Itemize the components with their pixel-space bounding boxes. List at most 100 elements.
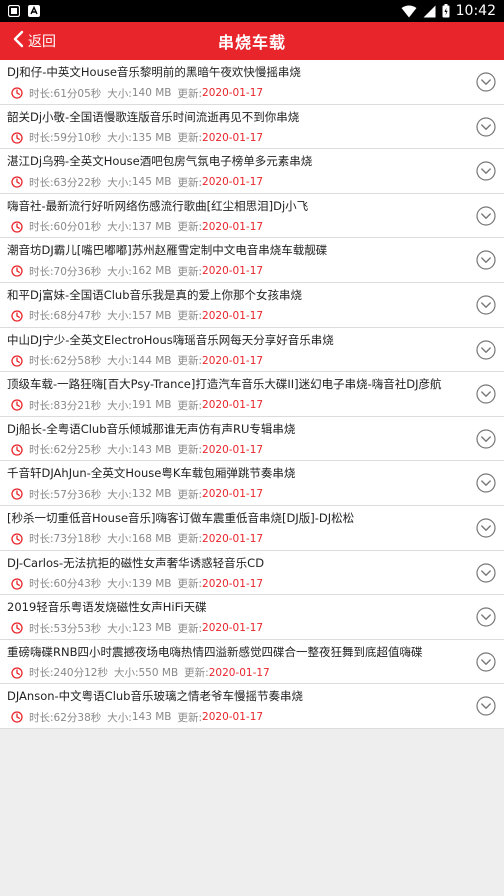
size-value: 140 MB	[131, 87, 172, 99]
list-item[interactable]: 顶级车载-一路狂嗨[百大Psy-Trance]打造汽车音乐大碟II]迷幻电子串烧…	[0, 372, 504, 417]
size-label: 大小:	[107, 310, 132, 323]
updated-label: 更新:	[177, 132, 203, 145]
clock-icon	[11, 444, 23, 456]
list-item[interactable]: 湛江Dj乌鸦-全英文House酒吧包房气氛电子榜单多元素串烧 时长: 63分22秒大…	[0, 149, 504, 194]
status-bar: 10:42	[0, 0, 504, 22]
size-value: 137 MB	[131, 220, 172, 233]
updated-date: 2020-01-17	[202, 309, 264, 322]
duration-label: 时长:	[29, 87, 54, 100]
duration-value: 59分10秒	[53, 132, 102, 145]
clock-icon	[11, 310, 23, 322]
expand-chevron-icon[interactable]	[476, 562, 496, 583]
list-item[interactable]: 和平Dj富妹-全国语Club音乐我是真的爱上你那个女孩串烧 时长: 68分47秒 大小…	[0, 283, 504, 328]
duration-label: 时长:	[29, 711, 54, 724]
clock-icon	[11, 87, 23, 99]
track-meta: 时长: 83分21秒 大小: 191 MB 更新: 2020-01-17	[7, 397, 464, 413]
updated-date: 2020-01-17	[208, 666, 270, 679]
chevron-left-icon	[12, 30, 24, 52]
list-item[interactable]: 千音轩DJAhJun-全英文House粤K车载包厢弹跳节奏串烧 时长: 57分36秒…	[0, 461, 504, 506]
track-title: DJ和仔-中英文House音乐黎明前的黑暗午夜欢快慢摇串烧	[7, 65, 301, 79]
size-label: 大小:	[107, 578, 132, 591]
list-item[interactable]: 潮音坊DJ霸儿[嘴巴嘟嘟]苏州赵雁雪定制中文电音串烧车载靓碟 时长: 70分36秒大…	[0, 238, 504, 283]
updated-label: 更新:	[177, 578, 203, 591]
duration-label: 时长:	[29, 578, 54, 591]
size-label: 大小:	[107, 221, 132, 234]
list-item[interactable]: 嗨音社-最新流行好听网络伤感流行歌曲[红尘相思泪]Dj小飞时长: 60分01秒 大小…	[0, 194, 504, 239]
size-value: 550 MB	[138, 666, 179, 679]
updated-date: 2020-01-17	[202, 131, 264, 144]
clock-icon	[11, 354, 23, 367]
expand-chevron-icon[interactable]	[476, 473, 496, 493]
size-label: 大小:	[107, 265, 132, 278]
track-meta: 时长: 59分10秒 大小: 135 MB 更新: 2020-01-17	[7, 130, 464, 146]
updated-label: 更新:	[177, 488, 203, 501]
size-label: 大小:	[107, 132, 132, 145]
size-label: 大小:	[107, 87, 132, 100]
app-notification-icon	[28, 5, 40, 17]
duration-label: 时长:	[29, 355, 54, 368]
back-button[interactable]: 返回	[12, 22, 56, 60]
size-value: 162 MB	[131, 265, 172, 278]
list-item[interactable]: [秒杀一切重低音House音乐]嗨客订做车震重低音串烧[DJ版]-DJ松松 时长:…	[0, 506, 504, 551]
clock-icon	[11, 176, 23, 188]
list-item[interactable]: 韶关Dj小敬-全国语慢歌连版音乐时间流逝再见不到你串烧 时长: 59分10秒 大小: 1…	[0, 105, 504, 150]
updated-label: 更新:	[177, 265, 203, 278]
expand-chevron-icon[interactable]	[476, 206, 496, 226]
duration-value: 53分53秒	[53, 622, 102, 635]
track-meta: 时长: 62分58秒 大小: 144 MB 更新: 2020-01-17	[7, 353, 464, 369]
updated-label: 更新:	[177, 399, 203, 412]
list-item[interactable]: Dj船长-全粤语Club音乐倾城那谁无声仿有声RU专辑串烧 时长: 62分25秒 大小…	[0, 417, 504, 462]
duration-label: 时长:	[29, 221, 54, 234]
expand-chevron-icon[interactable]	[476, 696, 496, 716]
expand-chevron-icon[interactable]	[476, 339, 496, 360]
size-label: 大小:	[107, 533, 132, 546]
expand-chevron-icon[interactable]	[476, 116, 496, 137]
size-value: 144 MB	[131, 354, 172, 367]
expand-chevron-icon[interactable]	[476, 429, 496, 449]
list-item[interactable]: 2019轻音乐粤语发烧磁性女声HiFi天碟 时长: 53分53秒 大小: 123 MB 更…	[0, 595, 504, 640]
duration-label: 时长:	[29, 399, 54, 412]
expand-chevron-icon[interactable]	[476, 250, 496, 270]
track-meta: 时长: 53分53秒 大小: 123 MB 更新: 2020-01-17	[7, 620, 464, 636]
list-item[interactable]: 重磅嗨碟RNB四小时震撼夜场电嗨热情四溢新感觉四碟合一整夜狂舞到底超值嗨碟 时长:…	[0, 640, 504, 685]
expand-chevron-icon[interactable]	[476, 161, 496, 181]
size-value: 132 MB	[131, 488, 172, 501]
duration-value: 68分47秒	[53, 310, 102, 323]
size-label: 大小:	[107, 399, 132, 412]
duration-label: 时长:	[29, 488, 54, 501]
updated-date: 2020-01-17	[202, 354, 264, 367]
signal-icon	[423, 5, 436, 18]
track-title: 嗨音社-最新流行好听网络伤感流行歌曲[红尘相思泪]Dj小飞	[7, 198, 309, 213]
page-title: 串烧车载	[217, 33, 286, 52]
expand-chevron-icon[interactable]	[476, 652, 496, 672]
list-item[interactable]: 中山DJ宁少-全英文ElectroHous嗨瑶音乐网每天分享好音乐串烧 时长: 62…	[0, 328, 504, 373]
list-item[interactable]: DJ和仔-中英文House音乐黎明前的黑暗午夜欢快慢摇串烧时长: 61分05秒 大小…	[0, 60, 504, 105]
duration-value: 61分05秒	[53, 87, 102, 100]
updated-date: 2020-01-17	[202, 87, 264, 99]
track-title: 和平Dj富妹-全国语Club音乐我是真的爱上你那个女孩串烧	[7, 287, 303, 302]
size-value: 145 MB	[131, 176, 172, 189]
duration-value: 60分01秒	[53, 221, 102, 234]
duration-value: 62分25秒	[53, 444, 102, 457]
expand-chevron-icon[interactable]	[476, 72, 496, 92]
track-meta: 时长: 62分25秒 大小: 143 MB 更新: 2020-01-17	[7, 442, 464, 458]
track-meta: 时长: 60分01秒 大小: 137 MB 更新: 2020-01-17	[7, 219, 464, 235]
updated-label: 更新:	[177, 533, 203, 546]
duration-value: 63分22秒	[53, 176, 102, 189]
clock-icon	[11, 711, 23, 723]
track-title: 重磅嗨碟RNB四小时震撼夜场电嗨热情四溢新感觉四碟合一整夜狂舞到底超值嗨碟	[7, 644, 423, 659]
expand-chevron-icon[interactable]	[476, 607, 496, 627]
updated-label: 更新:	[177, 221, 203, 234]
updated-date: 2020-01-17	[202, 488, 264, 501]
expand-chevron-icon[interactable]	[476, 295, 496, 315]
expand-chevron-icon[interactable]	[476, 384, 496, 404]
size-value: 139 MB	[131, 577, 172, 590]
list-item[interactable]: DJ-Carlos-无法抗拒的磁性女声奢华诱惑轻音乐CD 时长: 60分43秒 大小:…	[0, 551, 504, 596]
track-title: 韶关Dj小敬-全国语慢歌连版音乐时间流逝再见不到你串烧	[7, 109, 300, 124]
size-value: 135 MB	[131, 131, 172, 144]
updated-date: 2020-01-17	[202, 622, 264, 635]
list-item[interactable]: DJAnson-中文粤语Club音乐玻璃之情老爷车慢摇节奏串烧 时长: 62分38秒…	[0, 684, 504, 729]
expand-chevron-icon[interactable]	[476, 518, 496, 538]
clock-icon	[11, 533, 23, 545]
battery-icon	[442, 4, 450, 18]
